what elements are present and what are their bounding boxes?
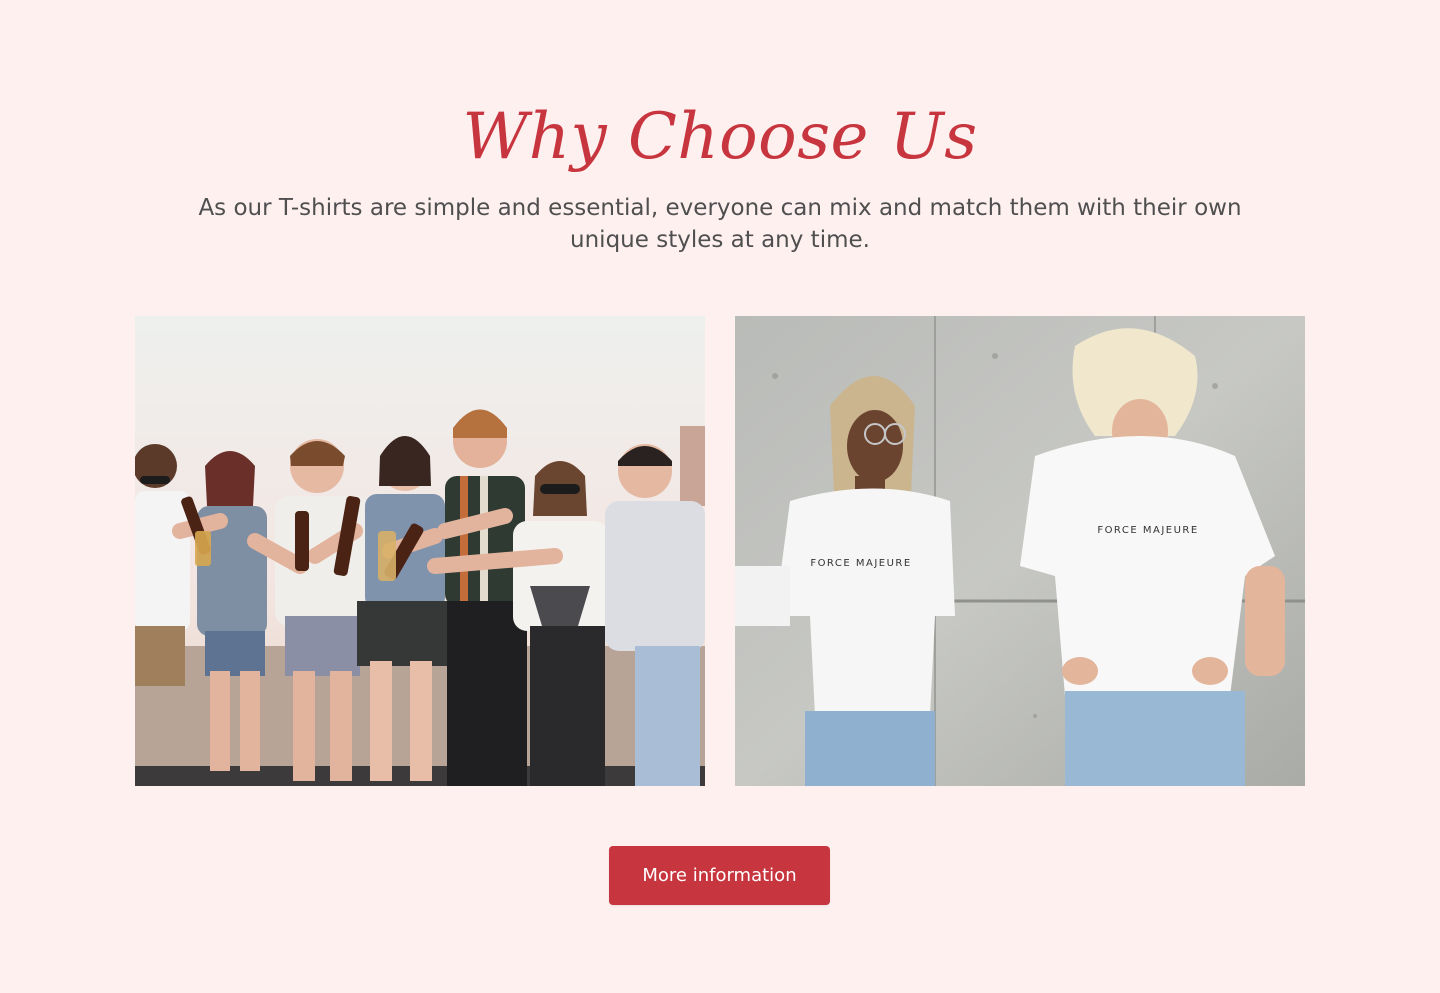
shirt-text-right: FORCE MAJEURE bbox=[1097, 525, 1198, 536]
shirt-text-left: FORCE MAJEURE bbox=[810, 558, 911, 569]
why-choose-us-section: Why Choose Us As our T-shirts are simple… bbox=[0, 0, 1440, 993]
friends-photo bbox=[135, 316, 705, 786]
section-title: Why Choose Us bbox=[462, 100, 978, 174]
more-information-button[interactable]: More information bbox=[609, 846, 830, 905]
tshirt-models-photo: FORCE MAJEURE FORCE MAJEURE bbox=[735, 316, 1305, 786]
section-subtitle: As our T-shirts are simple and essential… bbox=[198, 195, 1242, 253]
